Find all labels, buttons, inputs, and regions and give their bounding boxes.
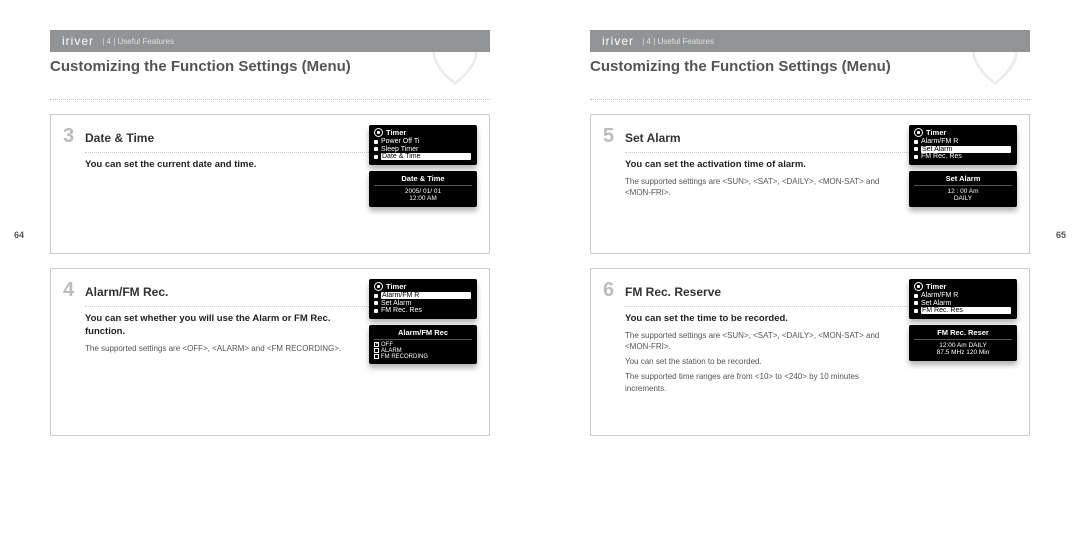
lcd-item: Set Alarm xyxy=(914,300,1012,307)
step-note: The supported settings are <SUN>, <SAT>,… xyxy=(625,330,885,352)
lcd-item-selected: FM Rec. Res xyxy=(914,307,1012,314)
lcd-item-selected: Set Alarm xyxy=(914,146,1012,153)
divider xyxy=(590,99,1030,100)
step-number: 6 xyxy=(603,279,625,302)
lcd-detail: FM Rec. Reser 12:00 Am DAILY 87.5 MHz 12… xyxy=(909,325,1017,362)
lcd-item-selected: Date & Time xyxy=(374,153,472,160)
step-note: The supported settings are <OFF>, <ALARM… xyxy=(85,343,345,354)
device-screens: Timer Alarm/FM R Set Alarm FM Rec. Res A… xyxy=(369,279,477,364)
step-note: The supported settings are <SUN>, <SAT>,… xyxy=(625,176,885,198)
lcd-menu: Timer Alarm/FM R Set Alarm FM Rec. Res xyxy=(909,125,1017,165)
step-number: 3 xyxy=(63,125,85,148)
lcd-detail-body: 2005/ 01/ 01 12:00 AM xyxy=(374,188,472,204)
lcd-detail: Date & Time 2005/ 01/ 01 12:00 AM xyxy=(369,171,477,208)
device-screens: Timer Alarm/FM R Set Alarm FM Rec. Res F… xyxy=(909,279,1017,361)
feature-box-date-time: 3 Date & Time You can set the current da… xyxy=(50,114,490,254)
header-bar: iriver | 4 | Useful Features xyxy=(590,30,1030,52)
checkbox-on-icon xyxy=(374,342,379,347)
step-title: Date & Time xyxy=(85,131,154,145)
lcd-title: Timer xyxy=(374,128,472,137)
step-title: Alarm/FM Rec. xyxy=(85,285,168,299)
checkbox-off-icon xyxy=(374,354,379,359)
device-screens: Timer Power Off Ti Sleep Timer Date & Ti… xyxy=(369,125,477,207)
lcd-menu: Timer Alarm/FM R Set Alarm FM Rec. Res xyxy=(369,279,477,319)
brand-logo: iriver xyxy=(62,34,94,48)
divider xyxy=(50,99,490,100)
breadcrumb: | 4 | Useful Features xyxy=(640,37,714,46)
lcd-item: FM Rec. Res xyxy=(374,307,472,314)
lcd-detail-title: Date & Time xyxy=(374,174,472,186)
feature-box-set-alarm: 5 Set Alarm You can set the activation t… xyxy=(590,114,1030,254)
page-right: 65 iriver | 4 | Useful Features Customiz… xyxy=(540,0,1080,540)
brand-logo: iriver xyxy=(602,34,634,48)
step-description: You can set whether you will use the Ala… xyxy=(85,313,345,339)
step-description: You can set the current date and time. xyxy=(85,159,345,172)
feature-box-fm-reserve: 6 FM Rec. Reserve You can set the time t… xyxy=(590,268,1030,436)
lcd-item: Alarm/FM R xyxy=(914,292,1012,299)
step-note: You can set the station to be recorded. xyxy=(625,356,885,367)
lcd-menu: Timer Power Off Ti Sleep Timer Date & Ti… xyxy=(369,125,477,165)
header-bar: iriver | 4 | Useful Features xyxy=(50,30,490,52)
lcd-title: Timer xyxy=(914,128,1012,137)
lcd-detail-title: Set Alarm xyxy=(914,174,1012,186)
step-title: FM Rec. Reserve xyxy=(625,285,721,299)
lcd-item: Sleep Timer xyxy=(374,146,472,153)
device-screens: Timer Alarm/FM R Set Alarm FM Rec. Res S… xyxy=(909,125,1017,207)
lcd-item-selected: Alarm/FM R xyxy=(374,292,472,299)
step-description: You can set the activation time of alarm… xyxy=(625,159,885,172)
page-number-right: 65 xyxy=(1056,230,1066,240)
manual-spread: 64 iriver | 4 | Useful Features Customiz… xyxy=(0,0,1080,540)
step-note: The supported time ranges are from <10> … xyxy=(625,371,885,393)
checkbox-off-icon xyxy=(374,348,379,353)
lcd-detail-title: Alarm/FM Rec xyxy=(374,328,472,340)
step-description: You can set the time to be recorded. xyxy=(625,313,885,326)
lcd-item: Power Off Ti xyxy=(374,138,472,145)
lcd-detail: Alarm/FM Rec OFF ALARM FM RECORDING xyxy=(369,325,477,364)
lcd-checklist: OFF ALARM FM RECORDING xyxy=(374,342,472,360)
lcd-detail: Set Alarm 12 : 00 Am DAILY xyxy=(909,171,1017,208)
lcd-item: Alarm/FM R xyxy=(914,138,1012,145)
step-number: 5 xyxy=(603,125,625,148)
step-number: 4 xyxy=(63,279,85,302)
lcd-detail-body: 12:00 Am DAILY 87.5 MHz 120 Min xyxy=(914,342,1012,358)
lcd-item: FM Rec. Res xyxy=(914,153,1012,160)
lcd-detail-body: 12 : 00 Am DAILY xyxy=(914,188,1012,204)
lcd-title: Timer xyxy=(914,282,1012,291)
page-number-left: 64 xyxy=(14,230,24,240)
lcd-title: Timer xyxy=(374,282,472,291)
step-title: Set Alarm xyxy=(625,131,681,145)
lcd-item: Set Alarm xyxy=(374,300,472,307)
breadcrumb: | 4 | Useful Features xyxy=(100,37,174,46)
lcd-detail-title: FM Rec. Reser xyxy=(914,328,1012,340)
lcd-menu: Timer Alarm/FM R Set Alarm FM Rec. Res xyxy=(909,279,1017,319)
page-left: 64 iriver | 4 | Useful Features Customiz… xyxy=(0,0,540,540)
feature-box-alarm-fm: 4 Alarm/FM Rec. You can set whether you … xyxy=(50,268,490,436)
